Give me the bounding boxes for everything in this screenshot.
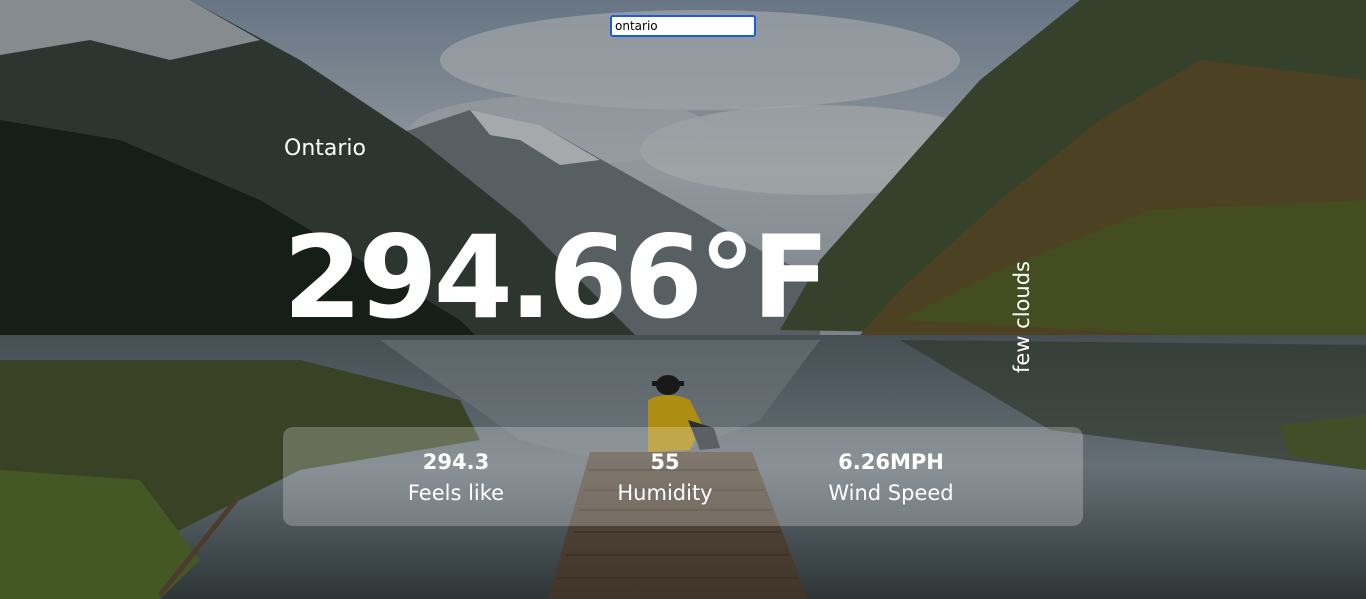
humidity-label: Humidity: [617, 481, 713, 505]
weather-stats-panel: 294.3 Feels like 55 Humidity 6.26MPH Win…: [283, 427, 1083, 526]
city-search-input[interactable]: [610, 15, 756, 37]
humidity-stat: 55 Humidity: [585, 447, 745, 509]
feels-like-stat: 294.3 Feels like: [376, 447, 536, 509]
app-root: Ontario 294.66°F few clouds 294.3 Feels …: [0, 0, 1366, 599]
feels-like-value: 294.3: [422, 450, 490, 474]
city-name: Ontario: [284, 136, 366, 161]
weather-description: few clouds: [1010, 261, 1034, 373]
feels-like-label: Feels like: [407, 481, 505, 505]
wind-speed-stat: 6.26MPH Wind Speed: [781, 447, 1001, 509]
temperature-value: 294.66°F: [283, 211, 830, 344]
wind-speed-value: 6.26MPH: [838, 450, 944, 474]
humidity-value: 55: [650, 450, 680, 474]
wind-speed-label: Wind Speed: [828, 481, 954, 505]
